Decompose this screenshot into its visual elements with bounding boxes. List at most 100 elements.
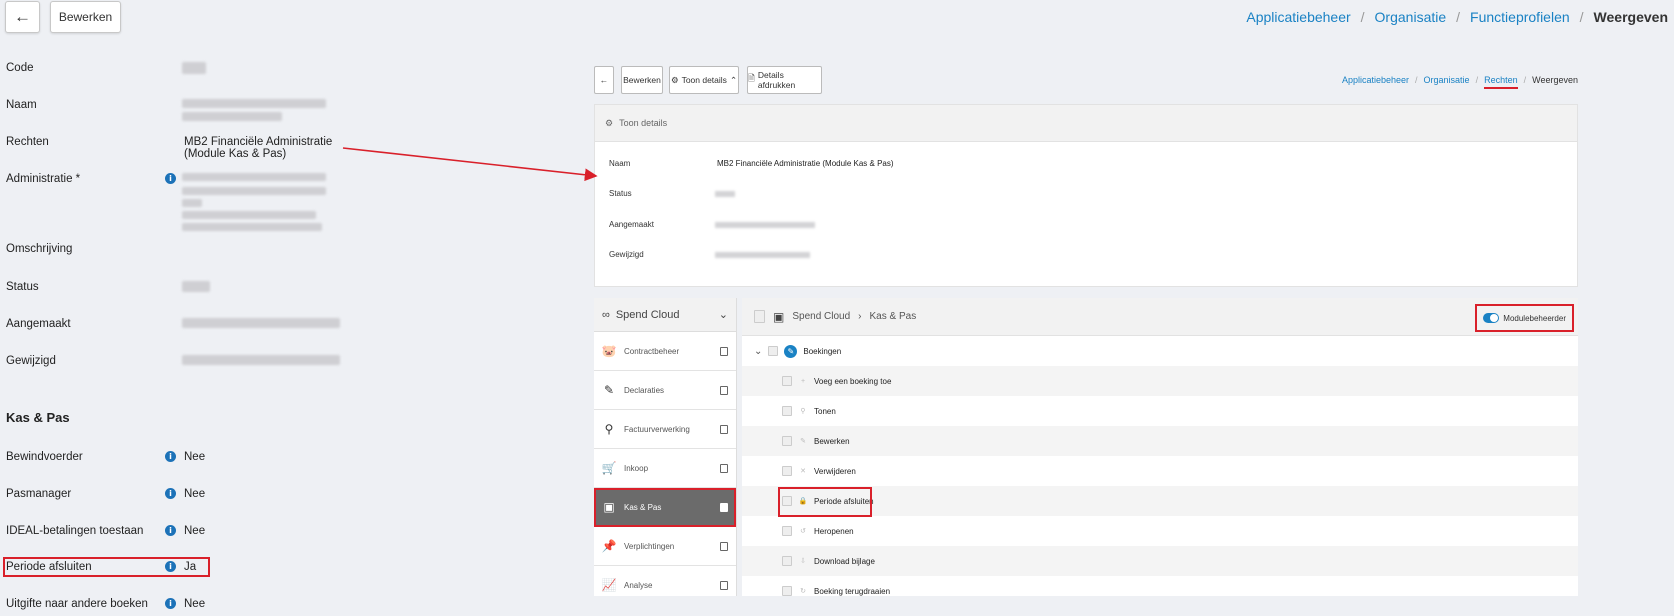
- permission-label: Voeg een boeking toe: [814, 376, 892, 386]
- inner-back-button[interactable]: ←: [594, 66, 614, 94]
- permission-row-periode-afsluiten[interactable]: 🔒 Periode afsluiten: [742, 486, 1578, 517]
- code-value-redacted: [182, 62, 206, 74]
- setting-label: Uitgifte naar andere boeken: [6, 598, 148, 610]
- permission-checkbox[interactable]: [782, 406, 792, 416]
- edit-button[interactable]: Bewerken: [50, 1, 121, 33]
- naam-label: Naam: [6, 99, 37, 111]
- compass-icon: ✎: [784, 344, 798, 358]
- gear-icon: ⚙: [670, 74, 679, 85]
- permission-label: Heropenen: [814, 526, 854, 536]
- chevron-up-icon: ⌃: [729, 74, 738, 85]
- modulebeheerder-toggle[interactable]: Modulebeheerder: [1475, 304, 1574, 332]
- module-list-header[interactable]: ∞ Spend Cloud ⌄: [594, 298, 736, 332]
- perm-breadcrumb-root: Spend Cloud: [792, 311, 851, 322]
- download-icon: ⇩: [800, 558, 806, 565]
- setting-label: Bewindvoerder: [6, 451, 83, 463]
- module-list: ∞ Spend Cloud ⌄ 🐷 Contractbeheer ✎ Decla…: [594, 298, 737, 596]
- module-label: Analyse: [624, 580, 653, 590]
- permission-row[interactable]: ↻ Boeking terugdraaien: [742, 576, 1578, 596]
- inner-breadcrumb-applicatiebeheer[interactable]: Applicatiebeheer: [1342, 75, 1409, 89]
- inner-breadcrumb-current: Weergeven: [1532, 75, 1578, 85]
- breadcrumb-separator: /: [1415, 75, 1418, 85]
- module-item-analyse[interactable]: 📈 Analyse: [594, 566, 736, 596]
- permission-checkbox[interactable]: [782, 466, 792, 476]
- module-item-contractbeheer[interactable]: 🐷 Contractbeheer: [594, 332, 736, 371]
- permission-checkbox[interactable]: [782, 586, 792, 596]
- arrow-left-icon: ←: [14, 7, 31, 26]
- permission-group-boekingen[interactable]: ⌄ ✎ Boekingen: [742, 336, 1578, 366]
- naam-value-redacted: [182, 99, 326, 108]
- administratie-value-redacted: [182, 187, 326, 195]
- module-checkbox[interactable]: [720, 580, 728, 590]
- breadcrumb-separator: /: [1579, 9, 1584, 25]
- setting-value-periode-afsluiten: Ja: [184, 561, 197, 573]
- breadcrumb-separator: /: [1475, 75, 1479, 85]
- module-checkbox[interactable]: [720, 424, 728, 434]
- info-icon[interactable]: i: [165, 561, 176, 572]
- permission-row[interactable]: + Voeg een boeking toe: [742, 366, 1578, 396]
- arrow-line: [342, 147, 598, 182]
- permission-row[interactable]: ↺ Heropenen: [742, 516, 1578, 546]
- module-checkbox[interactable]: [720, 385, 728, 395]
- inner-toon-details-button[interactable]: ⚙ Toon details ⌃: [669, 66, 739, 94]
- info-icon[interactable]: i: [165, 451, 176, 462]
- permission-checkbox[interactable]: [768, 346, 779, 356]
- breadcrumb-separator: /: [1456, 9, 1461, 25]
- permission-label: Verwijderen: [814, 466, 856, 476]
- breadcrumb-applicatiebeheer[interactable]: Applicatiebeheer: [1246, 9, 1350, 25]
- aangemaakt-value-redacted: [182, 318, 340, 328]
- module-item-declaraties[interactable]: ✎ Declaraties: [594, 371, 736, 410]
- breadcrumb: Applicatiebeheer / Organisatie / Functie…: [1246, 9, 1668, 25]
- module-checkbox[interactable]: [720, 541, 728, 551]
- omschrijving-label: Omschrijving: [6, 243, 73, 255]
- revert-icon: ↻: [800, 588, 806, 595]
- permission-checkbox[interactable]: [782, 376, 792, 386]
- module-select-checkbox[interactable]: [754, 310, 765, 323]
- document-icon: 🗎: [748, 73, 755, 83]
- piggy-bank-icon: 🐷: [601, 344, 617, 358]
- module-checkbox[interactable]: [720, 502, 728, 512]
- inner-print-button[interactable]: 🗎 Details afdrukken: [747, 66, 822, 94]
- permission-row[interactable]: ⚲ Tonen: [742, 396, 1578, 426]
- info-icon[interactable]: i: [165, 488, 176, 499]
- module-item-factuurverwerking[interactable]: ⚲ Factuurverwerking: [594, 410, 736, 449]
- details-header[interactable]: ⚙ Toon details: [595, 105, 1577, 142]
- module-item-verplichtingen[interactable]: 📌 Verplichtingen: [594, 527, 736, 566]
- breadcrumb-separator: /: [1360, 9, 1365, 25]
- setting-label: Pasmanager: [6, 488, 72, 500]
- back-button[interactable]: ←: [5, 1, 40, 33]
- infinity-icon: ∞: [602, 308, 610, 321]
- inner-breadcrumb-rechten[interactable]: Rechten: [1484, 75, 1518, 89]
- module-checkbox[interactable]: [720, 463, 728, 473]
- permission-group-label: Boekingen: [803, 346, 842, 356]
- module-label: Verplichtingen: [624, 541, 675, 551]
- detail-status-redacted: [715, 191, 735, 197]
- module-item-inkoop[interactable]: 🛒 Inkoop: [594, 449, 736, 488]
- toggle-switch-icon: [1483, 313, 1500, 323]
- arrow-left-icon: ←: [599, 75, 609, 85]
- inner-edit-button[interactable]: Bewerken: [621, 66, 663, 94]
- permission-checkbox[interactable]: [782, 526, 792, 536]
- rechten-label: Rechten: [6, 136, 49, 148]
- permission-checkbox[interactable]: [782, 556, 792, 566]
- detail-gewijzigd-label: Gewijzigd: [609, 250, 644, 259]
- cash-register-icon: ▣: [603, 500, 615, 514]
- info-icon[interactable]: i: [165, 525, 176, 536]
- module-item-kas-en-pas[interactable]: ▣ Kas & Pas: [594, 488, 736, 527]
- inner-breadcrumb-organisatie[interactable]: Organisatie: [1424, 75, 1470, 89]
- cart-icon: 🛒: [601, 461, 617, 475]
- info-icon[interactable]: i: [165, 598, 176, 609]
- module-checkbox[interactable]: [720, 346, 728, 356]
- info-icon[interactable]: i: [165, 173, 176, 184]
- plus-icon: +: [800, 377, 806, 385]
- permission-checkbox[interactable]: [782, 436, 792, 446]
- permission-row[interactable]: ✕ Verwijderen: [742, 456, 1578, 486]
- permission-panel: ▣ Spend Cloud › Kas & Pas Modulebeheerde…: [742, 298, 1578, 596]
- permission-row[interactable]: ✎ Bewerken: [742, 426, 1578, 456]
- module-label: Factuurverwerking: [624, 424, 690, 434]
- rechten-value-line1[interactable]: MB2 Financiële Administratie: [184, 136, 332, 148]
- permission-row[interactable]: ⇩ Download bijlage: [742, 546, 1578, 576]
- breadcrumb-functieprofielen[interactable]: Functieprofielen: [1470, 9, 1570, 25]
- breadcrumb-organisatie[interactable]: Organisatie: [1375, 9, 1447, 25]
- administratie-value-redacted: [182, 211, 316, 219]
